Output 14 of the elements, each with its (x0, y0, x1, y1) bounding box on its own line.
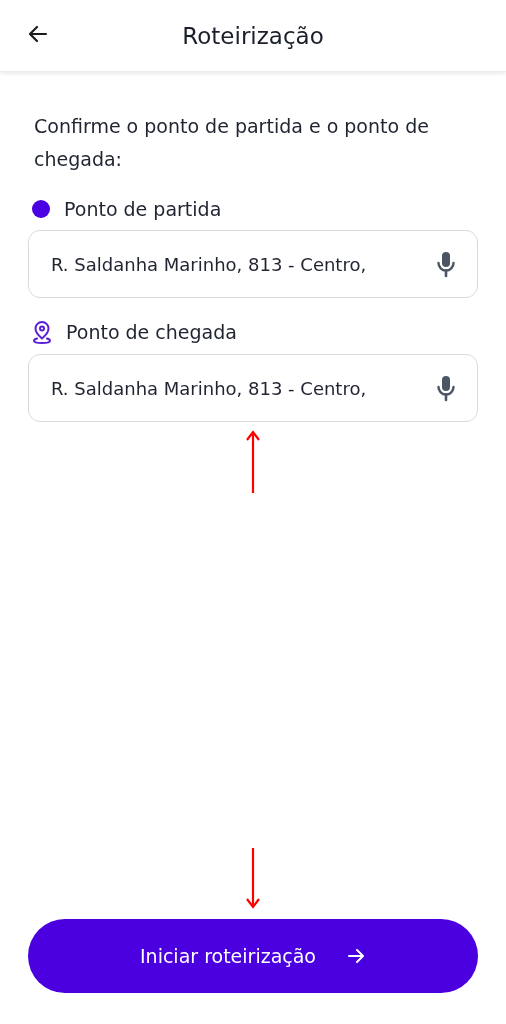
microphone-icon[interactable] (436, 250, 456, 278)
location-pin-icon (32, 320, 52, 344)
instruction-text: Confirme o ponto de partida e o ponto de chegada: (34, 114, 430, 172)
dot-icon (32, 200, 50, 218)
microphone-icon[interactable] (436, 374, 456, 402)
up-arrow-annotation (246, 430, 260, 494)
field-label: Ponto de chegada (66, 321, 237, 343)
address-field[interactable]: R. Saldanha Marinho, 813 - Centro, (28, 230, 478, 298)
arrow-right-icon (346, 946, 366, 966)
down-arrow-annotation (246, 847, 260, 909)
start-routing-button[interactable]: Iniciar roteirização (28, 919, 478, 993)
screen-title: Roteirização (182, 22, 324, 49)
field-label: Ponto de partida (64, 198, 222, 220)
address-field[interactable]: R. Saldanha Marinho, 813 - Centro, (28, 354, 478, 422)
